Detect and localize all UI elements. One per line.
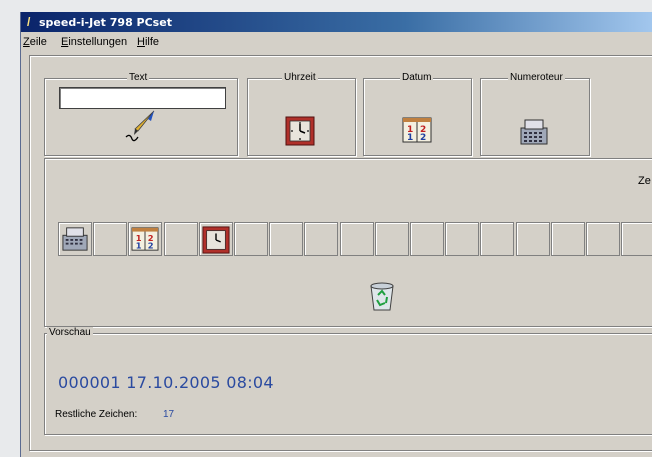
line-slot[interactable] (198, 222, 233, 259)
pen-icon[interactable] (124, 109, 158, 145)
date-source-label: Datum (400, 72, 434, 83)
menu-einstellungen[interactable]: Einstellungen (61, 36, 127, 48)
svg-text:2: 2 (420, 133, 426, 143)
menu-hilfe[interactable]: Hilfe (137, 36, 159, 48)
svg-text:2: 2 (148, 240, 154, 250)
preview-text: 000001 17.10.2005 08:04 (58, 373, 274, 392)
numerator-source-label: Numeroteur (508, 72, 565, 83)
line-slot[interactable] (515, 222, 550, 256)
title-bar[interactable]: / speed-i-Jet 798 PCset (21, 12, 652, 32)
menu-zeile[interactable]: Zeile (23, 36, 47, 48)
app-icon: / (27, 15, 31, 29)
line-slot[interactable] (374, 222, 409, 256)
line-slot[interactable] (93, 222, 128, 256)
line-slot[interactable] (586, 222, 620, 256)
svg-text:1: 1 (136, 240, 142, 250)
window-title: speed-i-Jet 798 PCset (39, 16, 172, 29)
line-slot[interactable] (621, 222, 652, 256)
line-slot[interactable] (339, 222, 374, 256)
line-slot[interactable] (269, 222, 304, 256)
recycle-bin-icon[interactable] (368, 280, 396, 312)
line-slot[interactable] (445, 222, 480, 256)
numerator-icon[interactable] (519, 118, 549, 146)
text-source-label: Text (127, 72, 150, 83)
line-label: Ze (638, 175, 651, 187)
calendar-icon[interactable]: 1 1 2 2 (402, 116, 432, 144)
line-slot[interactable] (234, 222, 268, 256)
svg-text:1: 1 (407, 133, 413, 143)
line-slot[interactable] (304, 222, 339, 256)
line-slot[interactable] (410, 222, 444, 256)
menu-bar: Zeile Einstellungen Hilfe (21, 33, 652, 51)
clock-icon (202, 226, 230, 259)
app-window: / speed-i-Jet 798 PCset Zeile Einstellun… (20, 12, 652, 457)
preview-label: Vorschau (47, 327, 93, 338)
remaining-chars-value: 17 (163, 409, 175, 420)
calendar-icon: 1122 (131, 226, 159, 257)
line-slot[interactable] (550, 222, 585, 256)
line-slot[interactable] (58, 222, 92, 256)
time-source-label: Uhrzeit (282, 72, 318, 83)
line-slot[interactable]: 1122 (128, 222, 163, 257)
text-input[interactable] (59, 87, 226, 109)
line-slot[interactable] (163, 222, 198, 256)
numerator-icon (61, 226, 89, 257)
clock-icon[interactable] (285, 116, 315, 146)
line-slot[interactable] (480, 222, 515, 256)
remaining-chars-label: Restliche Zeichen: (55, 409, 138, 420)
